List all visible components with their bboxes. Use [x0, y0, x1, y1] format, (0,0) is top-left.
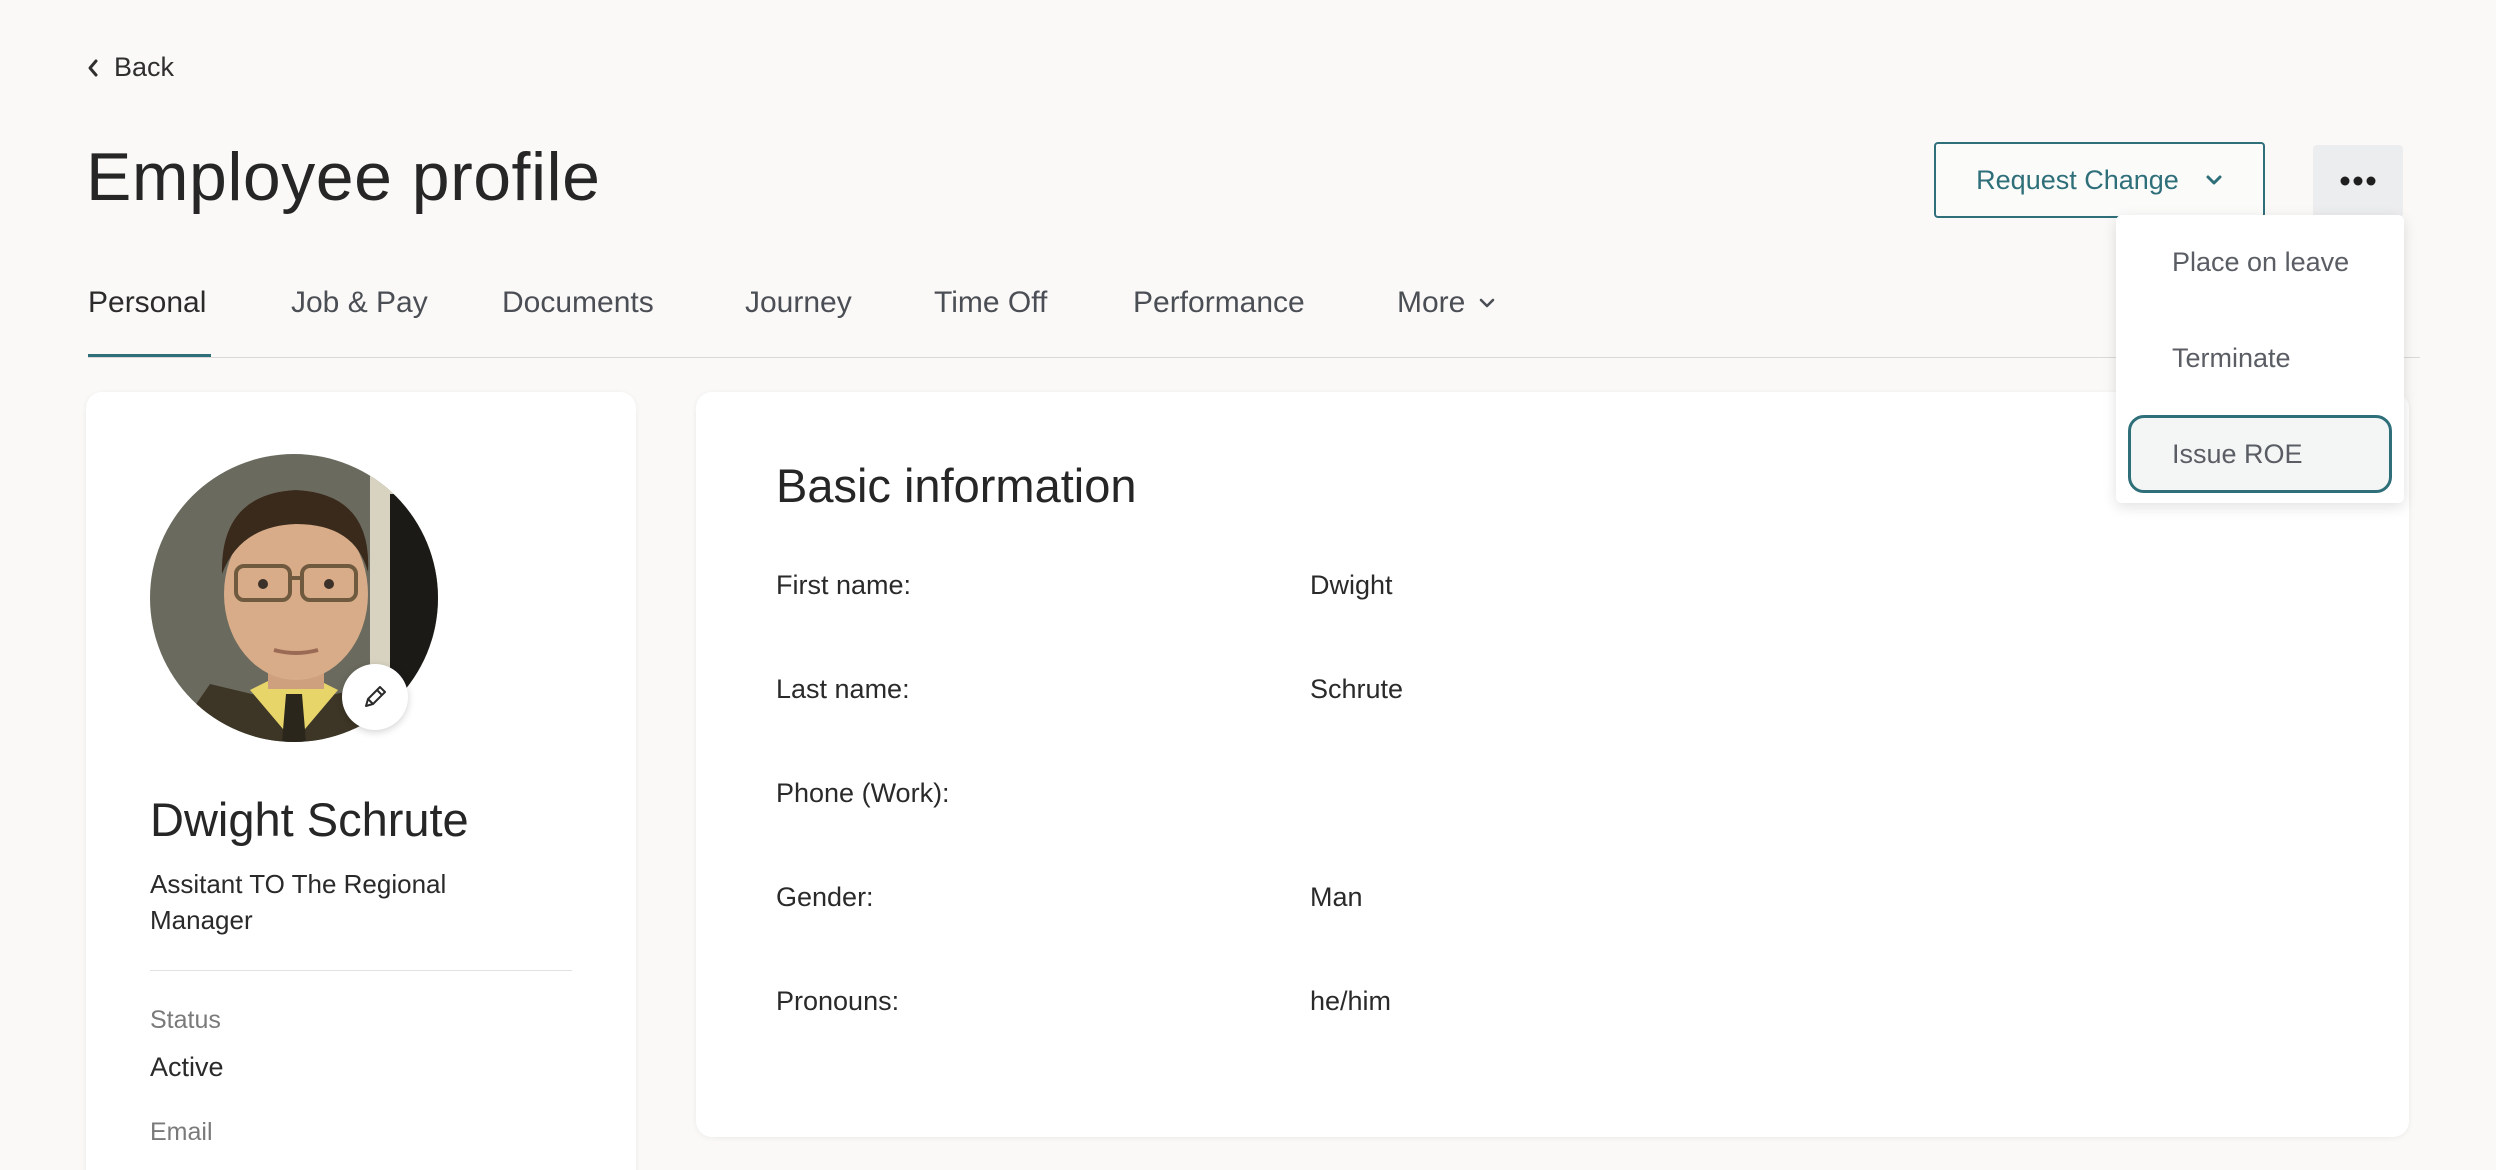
tab-documents[interactable]: Documents — [502, 286, 654, 320]
info-value: Schrute — [1310, 674, 1404, 704]
tab-more[interactable]: More — [1397, 286, 1495, 320]
edit-avatar-button[interactable] — [342, 664, 408, 730]
info-label: Phone (Work): — [776, 778, 950, 808]
chevron-left-icon — [88, 59, 98, 76]
chevron-down-icon — [2206, 175, 2222, 185]
section-title: Basic information — [776, 459, 1137, 512]
info-label: First name: — [776, 570, 912, 600]
profile-card: Dwight Schrute Assitant TO The Regional … — [86, 392, 636, 1170]
status-label: Status — [150, 1006, 221, 1034]
info-row-last-name: Last name: Schrute — [776, 674, 2276, 714]
menu-item-place-on-leave[interactable]: Place on leave — [2128, 223, 2392, 301]
page-title: Employee profile — [86, 139, 601, 215]
tab-journey[interactable]: Journey — [745, 286, 852, 320]
tab-label: More — [1397, 286, 1466, 319]
tab-label: Personal — [88, 286, 207, 319]
tab-label: Job & Pay — [291, 286, 428, 319]
info-value: Man — [1310, 882, 1363, 912]
info-label: Last name: — [776, 674, 910, 704]
menu-item-label: Place on leave — [2172, 246, 2350, 277]
info-row-phone-work: Phone (Work): — [776, 778, 2276, 818]
tab-personal[interactable]: Personal — [88, 286, 206, 320]
menu-item-label: Terminate — [2172, 342, 2291, 373]
back-link[interactable]: Back — [86, 52, 174, 83]
status-value: Active — [150, 1052, 224, 1082]
employee-name: Dwight Schrute — [150, 793, 469, 846]
menu-item-issue-roe[interactable]: Issue ROE — [2128, 415, 2392, 493]
info-value: Dwight — [1310, 570, 1393, 600]
info-label: Gender: — [776, 882, 874, 912]
actions-menu: Place on leave Terminate Issue ROE — [2116, 215, 2404, 503]
profile-divider — [150, 970, 572, 971]
menu-item-label: Issue ROE — [2172, 438, 2303, 469]
tab-label: Documents — [502, 286, 654, 319]
info-row-gender: Gender: Man — [776, 882, 2276, 922]
info-value: he/him — [1310, 986, 1392, 1016]
menu-item-terminate[interactable]: Terminate — [2128, 319, 2392, 397]
chevron-down-icon — [1480, 298, 1495, 307]
more-actions-button[interactable] — [2313, 145, 2403, 217]
tab-label: Performance — [1133, 286, 1305, 319]
tab-label: Time Off — [934, 286, 1048, 319]
basic-information-card: Basic information First name: Dwight Las… — [696, 392, 2409, 1137]
tab-time-off[interactable]: Time Off — [934, 286, 1047, 320]
back-label: Back — [114, 52, 175, 82]
info-row-pronouns: Pronouns: he/him — [776, 986, 2276, 1026]
tab-label: Journey — [745, 286, 852, 319]
request-change-button[interactable]: Request Change — [1934, 142, 2265, 218]
email-label: Email — [150, 1118, 213, 1146]
tab-job-pay[interactable]: Job & Pay — [291, 286, 428, 320]
ellipsis-icon — [2340, 176, 2376, 186]
pencil-icon — [365, 686, 386, 707]
tab-performance[interactable]: Performance — [1133, 286, 1305, 320]
tabs-divider — [88, 357, 2420, 358]
info-label: Pronouns: — [776, 986, 900, 1016]
employee-role: Assitant TO The Regional Manager — [150, 869, 447, 935]
request-change-label: Request Change — [1976, 164, 2179, 195]
info-row-first-name: First name: Dwight — [776, 570, 2276, 610]
